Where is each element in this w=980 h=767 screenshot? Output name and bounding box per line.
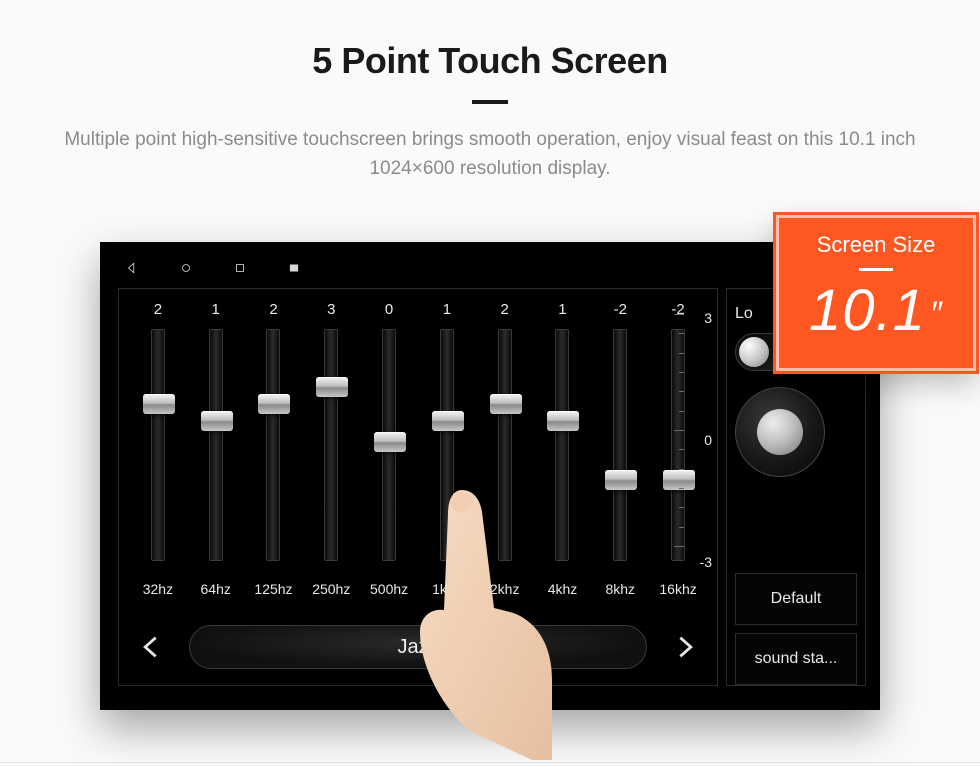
android-statusbar bbox=[112, 254, 868, 282]
page-subtitle: Multiple point high-sensitive touchscree… bbox=[40, 126, 940, 183]
eq-band-5: 1 1khz bbox=[418, 301, 476, 605]
callout-title: Screen Size bbox=[779, 232, 973, 258]
eq-slider-thumb[interactable] bbox=[547, 411, 579, 431]
title-underline bbox=[472, 100, 508, 104]
eq-band-3: 3 250hz bbox=[302, 301, 360, 605]
eq-freq-label: 64hz bbox=[201, 581, 231, 597]
eq-slider[interactable] bbox=[498, 329, 512, 561]
eq-slider-thumb[interactable] bbox=[316, 377, 348, 397]
eq-slider-thumb[interactable] bbox=[143, 394, 175, 414]
back-icon[interactable] bbox=[118, 254, 146, 282]
callout-value: 10.1″ bbox=[779, 277, 973, 344]
eq-scale: 3 0 -3 bbox=[684, 310, 712, 570]
eq-band-1: 1 64hz bbox=[187, 301, 245, 605]
scale-max: 3 bbox=[704, 310, 712, 326]
eq-value: 2 bbox=[154, 301, 162, 323]
eq-slider[interactable] bbox=[209, 329, 223, 561]
eq-freq-label: 16khz bbox=[659, 581, 696, 597]
scale-min: -3 bbox=[700, 554, 712, 570]
eq-value: 2 bbox=[269, 301, 277, 323]
eq-slider[interactable] bbox=[266, 329, 280, 561]
eq-slider[interactable] bbox=[324, 329, 338, 561]
eq-slider[interactable] bbox=[613, 329, 627, 561]
callout-separator bbox=[859, 268, 893, 271]
page-title: 5 Point Touch Screen bbox=[0, 40, 980, 82]
default-button[interactable]: Default bbox=[735, 573, 857, 625]
eq-freq-label: 32hz bbox=[143, 581, 173, 597]
eq-value: 0 bbox=[385, 301, 393, 323]
eq-band-8: -2 8khz bbox=[591, 301, 649, 605]
eq-freq-label: 8khz bbox=[605, 581, 635, 597]
eq-slider-thumb[interactable] bbox=[201, 411, 233, 431]
eq-band-4: 0 500hz bbox=[360, 301, 418, 605]
eq-freq-label: 250hz bbox=[312, 581, 350, 597]
divider bbox=[0, 762, 980, 763]
gallery-icon[interactable] bbox=[280, 254, 308, 282]
sound-stage-button[interactable]: sound sta... bbox=[735, 633, 857, 685]
equalizer-panel: 2 32hz 1 64hz 2 125hz 3 250hz 0 500hz 1 1khz 2 2khz 1 4… bbox=[118, 288, 718, 686]
preset-next-button[interactable] bbox=[665, 627, 705, 667]
eq-freq-label: 4khz bbox=[548, 581, 578, 597]
eq-slider-thumb[interactable] bbox=[374, 432, 406, 452]
eq-slider-thumb[interactable] bbox=[432, 411, 464, 431]
eq-band-0: 2 32hz bbox=[129, 301, 187, 605]
volume-knob[interactable] bbox=[735, 387, 825, 477]
eq-value: 1 bbox=[212, 301, 220, 323]
eq-slider-thumb[interactable] bbox=[490, 394, 522, 414]
scale-mid: 0 bbox=[704, 432, 712, 448]
eq-value: 2 bbox=[501, 301, 509, 323]
recent-apps-icon[interactable] bbox=[226, 254, 254, 282]
eq-value: 3 bbox=[327, 301, 335, 323]
eq-slider-thumb[interactable] bbox=[258, 394, 290, 414]
eq-value: 1 bbox=[443, 301, 451, 323]
eq-freq-label: 2khz bbox=[490, 581, 520, 597]
home-icon[interactable] bbox=[172, 254, 200, 282]
preset-selector[interactable]: Jazz bbox=[189, 625, 647, 669]
eq-slider[interactable] bbox=[440, 329, 454, 561]
eq-freq-label: 500hz bbox=[370, 581, 408, 597]
eq-value: 1 bbox=[558, 301, 566, 323]
eq-slider[interactable] bbox=[151, 329, 165, 561]
eq-band-6: 2 2khz bbox=[476, 301, 534, 605]
device-frame: 2 32hz 1 64hz 2 125hz 3 250hz 0 500hz 1 1khz 2 2khz 1 4… bbox=[100, 242, 880, 710]
eq-freq-label: 1khz bbox=[432, 581, 462, 597]
eq-slider[interactable] bbox=[555, 329, 569, 561]
preset-prev-button[interactable] bbox=[131, 627, 171, 667]
eq-freq-label: 125hz bbox=[254, 581, 292, 597]
eq-band-7: 1 4khz bbox=[534, 301, 592, 605]
eq-value: -2 bbox=[614, 301, 627, 323]
eq-band-2: 2 125hz bbox=[245, 301, 303, 605]
eq-scale-ticks bbox=[683, 314, 684, 546]
eq-slider[interactable] bbox=[382, 329, 396, 561]
eq-slider-thumb[interactable] bbox=[605, 470, 637, 490]
screen-size-callout: Screen Size 10.1″ bbox=[776, 215, 976, 371]
